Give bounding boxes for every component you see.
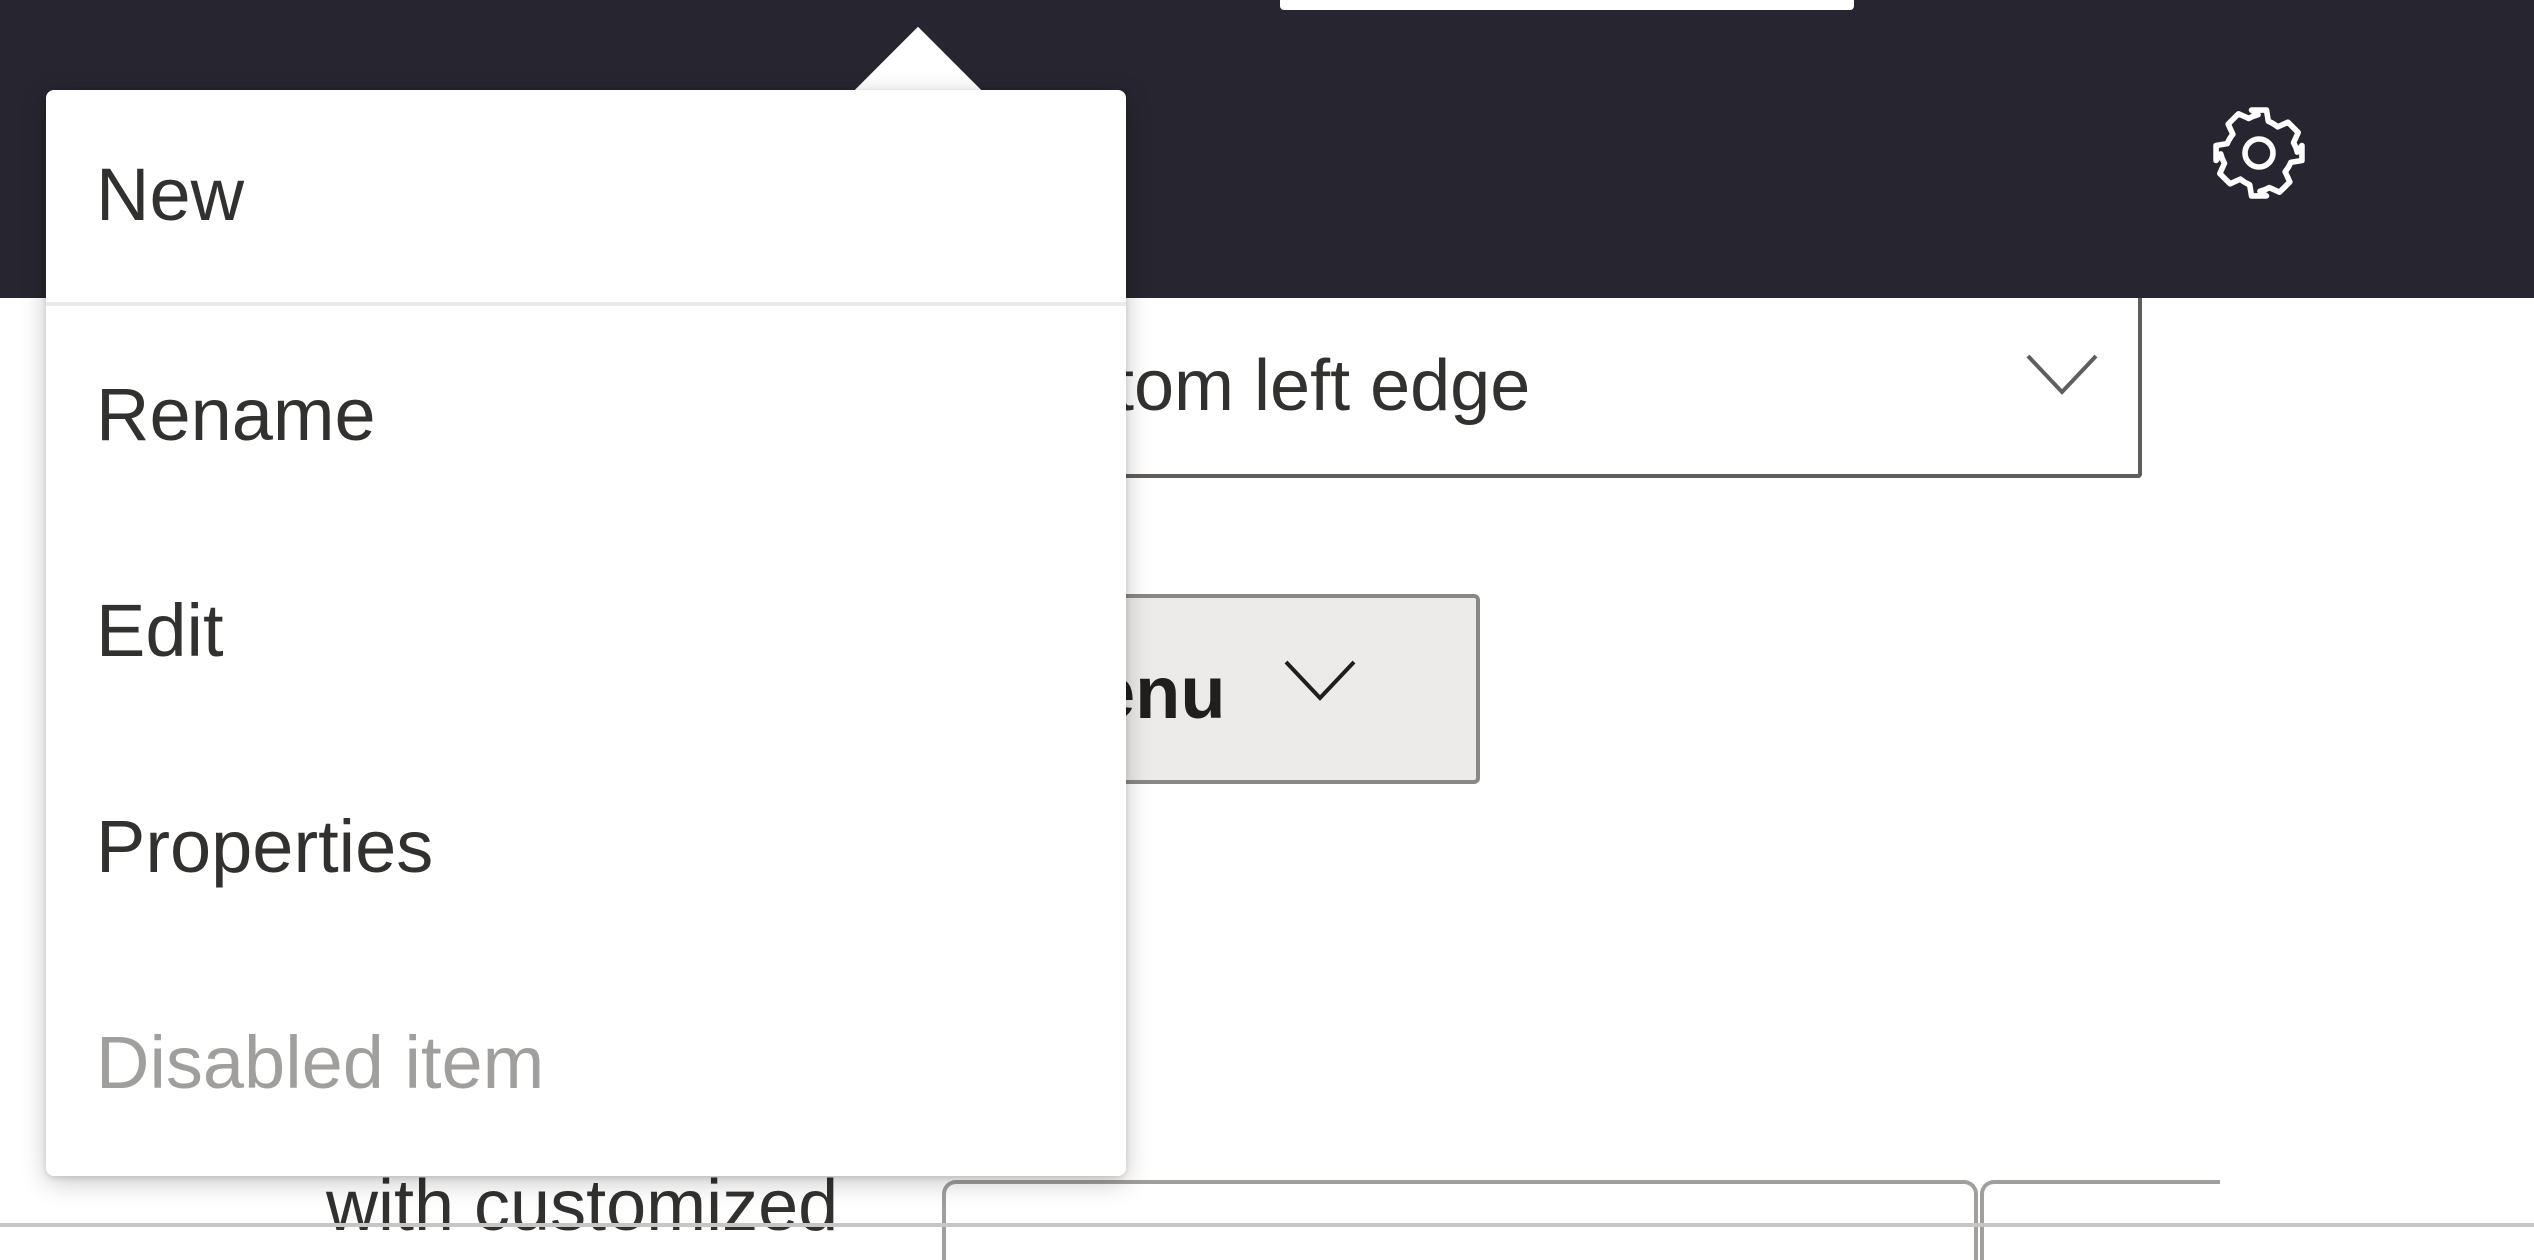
dropdown-selected-value: tom left edge	[1114, 346, 1531, 426]
chevron-down-icon	[1284, 660, 1356, 701]
context-menu: New Rename Edit Properties Disabled item	[46, 90, 1126, 1176]
header-popup-edge	[1280, 0, 1854, 10]
gear-icon	[2213, 107, 2305, 199]
menu-divider	[46, 302, 1126, 306]
bottom-divider	[0, 1223, 2534, 1227]
menu-item-edit[interactable]: Edit	[46, 530, 1126, 730]
customized-input-field[interactable]	[942, 1180, 1978, 1260]
menu-item-disabled: Disabled item	[96, 1020, 545, 1104]
menu-item-properties[interactable]: Properties	[46, 746, 1126, 946]
position-dropdown[interactable]: tom left edge	[1050, 298, 2142, 478]
menu-item-new[interactable]: New	[46, 94, 1126, 294]
settings-button[interactable]	[2196, 90, 2322, 216]
chevron-down-icon	[2026, 354, 2098, 395]
menu-item-rename[interactable]: Rename	[46, 314, 1126, 514]
customized-secondary-field[interactable]	[1980, 1180, 2220, 1260]
